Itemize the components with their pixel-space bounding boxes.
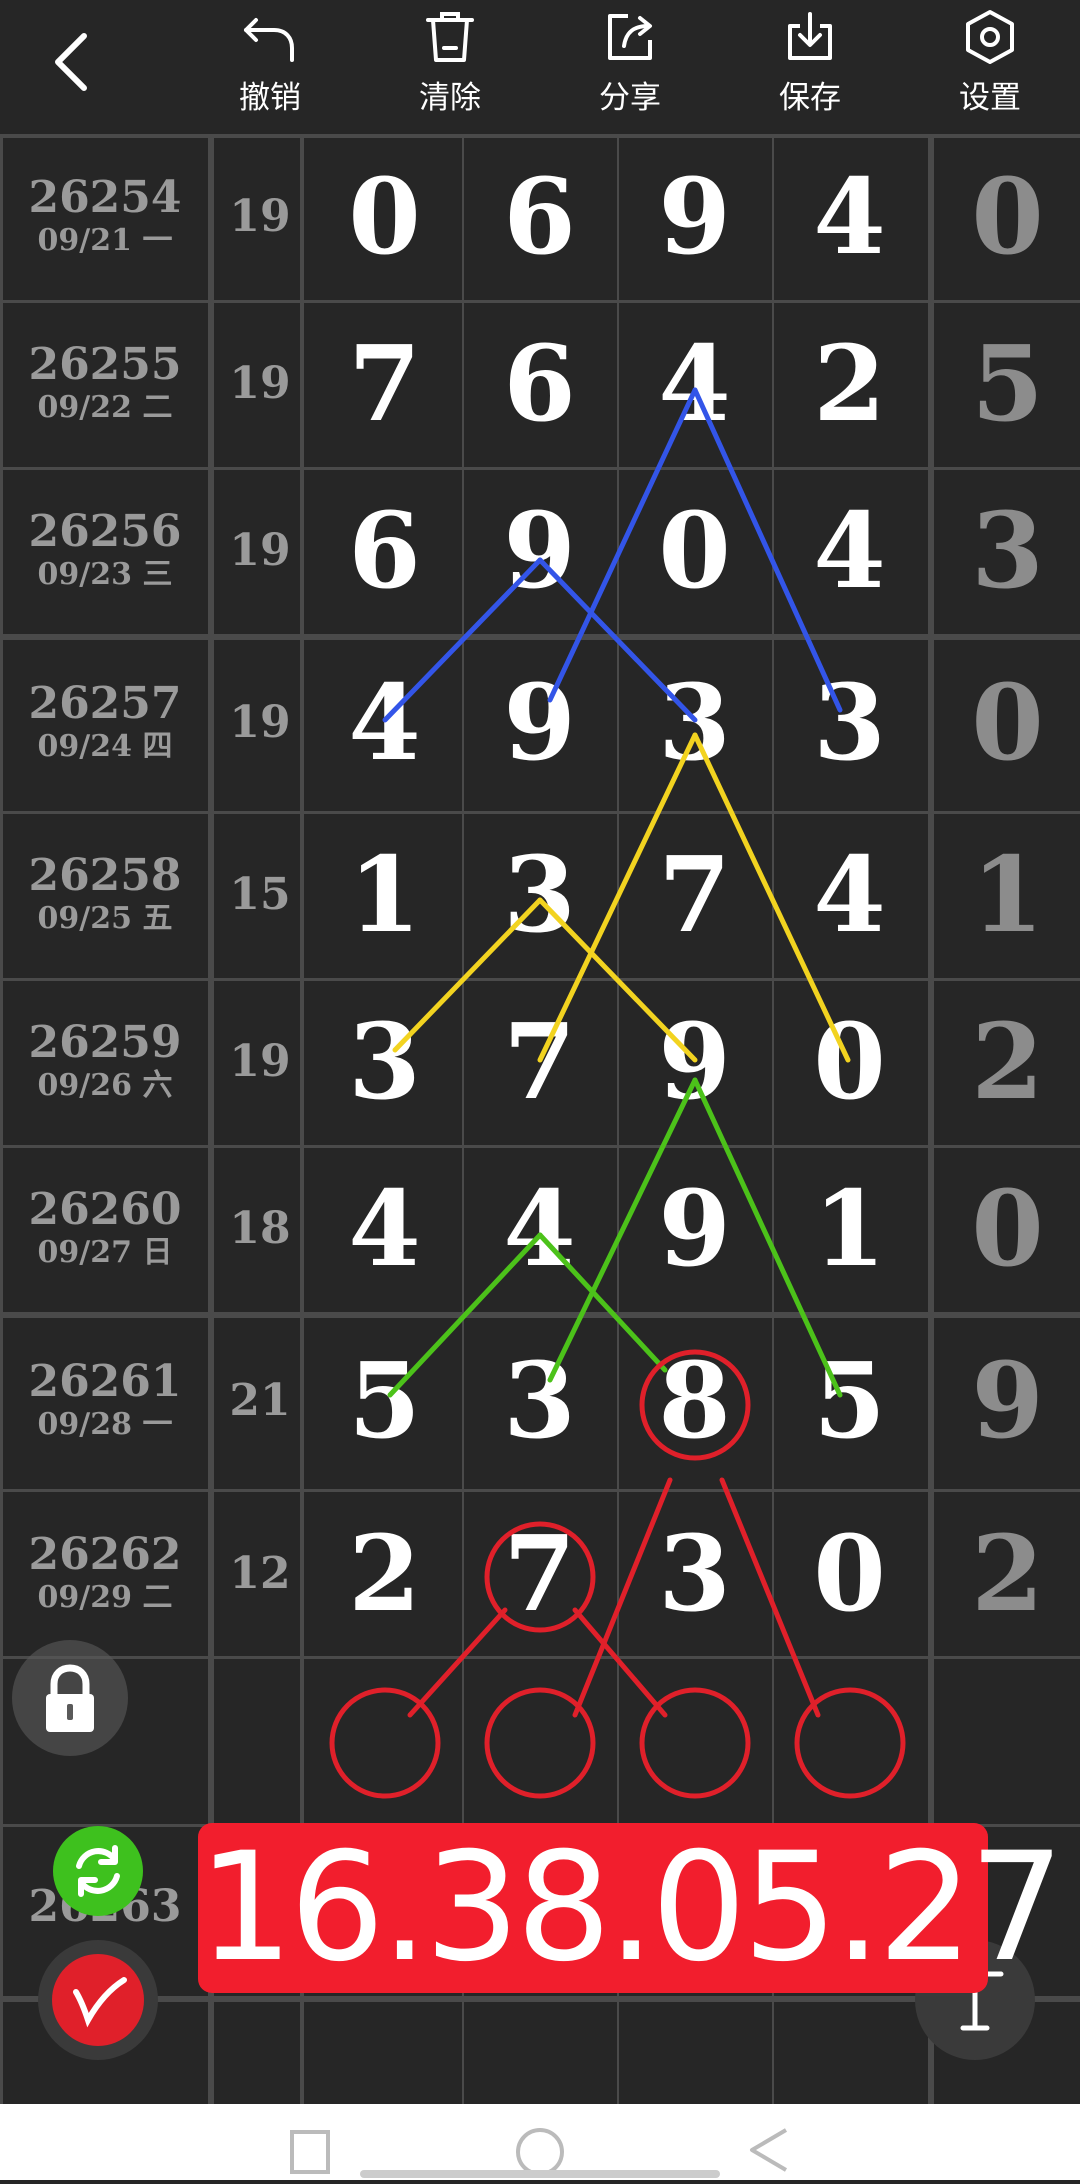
yellow-trend-line [692,732,851,1063]
refresh-button[interactable] [53,1826,143,1916]
blue-trend-line [382,557,543,723]
blue-trend-line [692,387,843,713]
red-circle-mark [639,1349,751,1461]
back-nav-icon[interactable] [750,2128,788,2172]
home-nav-icon[interactable] [516,2128,564,2176]
trend-lines [329,387,906,1799]
red-trend-line [407,1607,508,1718]
red-circle-mark [484,1687,596,1799]
green-trend-line [387,1232,543,1398]
yellow-trend-line [537,732,698,1063]
lock-icon [46,1664,94,1732]
refresh-icon [76,1845,120,1897]
recents-nav-icon[interactable] [290,2130,330,2174]
pen-button[interactable] [38,1940,158,2060]
blue-trend-line [537,557,698,723]
red-trend-line [719,1477,821,1718]
green-trend-line [692,1077,843,1398]
yellow-trend-line [537,897,698,1063]
gesture-pill [360,2170,720,2178]
prediction-banner: 16.38.05.27 [198,1821,1065,1995]
system-nav-bar [0,2104,1080,2180]
pen-icon [52,1954,144,2046]
green-trend-line [547,1077,698,1383]
red-circle-mark [639,1687,751,1799]
green-trend-line [537,1232,668,1373]
red-circle-mark [329,1687,441,1799]
red-circle-mark [484,1521,596,1633]
lock-button[interactable] [12,1640,128,1756]
red-circle-mark [794,1687,906,1799]
yellow-trend-line [392,897,543,1053]
blue-trend-line [547,387,698,703]
red-trend-line [572,1607,668,1718]
